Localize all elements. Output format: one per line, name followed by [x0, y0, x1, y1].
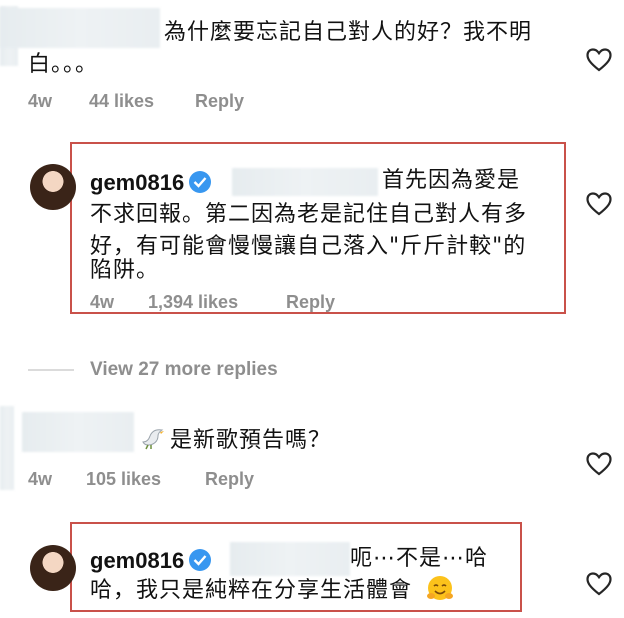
reply-button[interactable]: Reply [286, 292, 335, 313]
reply-button[interactable]: Reply [205, 469, 254, 490]
comment-text: 首先因為愛是 [382, 168, 521, 193]
comment-age: 4w [28, 91, 53, 111]
comment-text: 陷阱。 [90, 258, 160, 283]
comment-header: gem0816 [90, 170, 212, 196]
view-more-replies-button[interactable]: View 27 more replies [90, 359, 278, 381]
heart-icon[interactable] [586, 48, 612, 72]
heart-icon[interactable] [586, 572, 612, 596]
verified-badge-icon [189, 171, 212, 193]
comment-text: 不求回報。第二因為老是記住自己對人有多 [90, 202, 528, 227]
reply-button[interactable]: Reply [195, 91, 244, 112]
blurred-username [22, 412, 134, 452]
dove-emoji-icon [142, 429, 164, 450]
likes-link[interactable]: 44 likes [89, 91, 154, 112]
comment-age: 4w [90, 292, 115, 312]
hugging-face-emoji-icon [427, 576, 453, 600]
blurred-username [0, 8, 160, 48]
likes-link[interactable]: 1,394 likes [148, 292, 238, 313]
comment-text: 是新歌預告嗎？ [170, 428, 332, 453]
avatar[interactable] [30, 164, 76, 210]
comment-meta: 4w [28, 91, 52, 112]
heart-icon[interactable] [586, 192, 612, 216]
replies-divider [28, 369, 74, 371]
likes-link[interactable]: 105 likes [86, 469, 161, 490]
username-link[interactable]: gem0816 [90, 548, 184, 573]
comment-text: 為什麼要忘記自己對人的好？我不明 [164, 20, 533, 45]
verified-badge-icon [189, 549, 212, 571]
blurred-mention [232, 168, 378, 196]
comment-age: 4w [28, 469, 53, 489]
heart-icon[interactable] [586, 452, 612, 476]
comment-text: 白。。。 [28, 52, 99, 77]
comment-header: gem0816 [90, 548, 212, 574]
avatar[interactable] [30, 545, 76, 591]
blurred-avatar [0, 406, 14, 490]
blurred-mention [230, 542, 350, 576]
username-link[interactable]: gem0816 [90, 170, 184, 195]
comment-text: 哈，我只是純粹在分享生活體會 [90, 578, 413, 603]
comment-text: 呃⋯不是⋯哈 [350, 546, 489, 571]
